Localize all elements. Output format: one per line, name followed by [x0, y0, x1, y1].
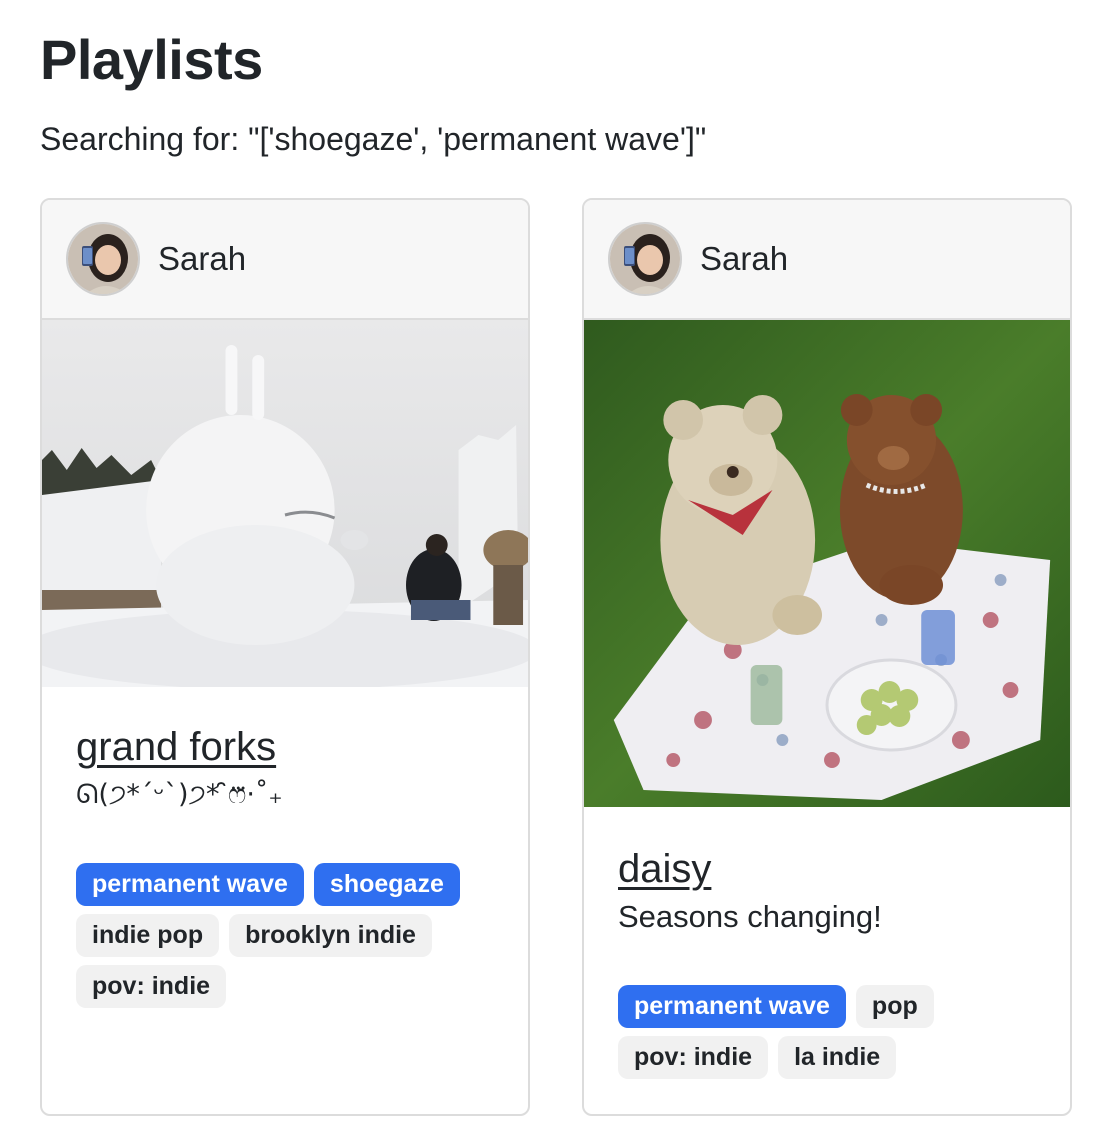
owner-name[interactable]: Sarah [158, 239, 246, 279]
tag-list: permanent wave pop pov: indie la indie [618, 985, 1048, 1087]
search-query-text: Searching for: "['shoegaze', 'permanent … [40, 121, 707, 157]
playlist-cover-image[interactable] [584, 320, 1070, 807]
playlist-description: ᘏ(੭*ˊᵕˋ)੭* ̑̑ෆ⃛·˚₊ [76, 779, 283, 810]
playlist-cover-image[interactable] [42, 320, 528, 687]
tag-chip[interactable]: pov: indie [618, 1036, 769, 1079]
playlist-title-link[interactable]: grand forks [76, 723, 276, 771]
card-header: Sarah [584, 200, 1070, 320]
page-title: Playlists [40, 28, 263, 91]
tag-list: permanent wave shoegaze indie pop brookl… [76, 863, 506, 1016]
tag-chip[interactable]: shoegaze [313, 863, 460, 906]
card-header: Sarah [42, 200, 528, 320]
tag-chip[interactable]: pop [855, 985, 934, 1028]
playlist-card[interactable]: Sarah grand forks ᘏ(੭*ˊᵕˋ)੭* ̑̑ෆ⃛·˚₊ per… [40, 198, 530, 1116]
tag-chip[interactable]: la indie [778, 1036, 897, 1079]
playlist-title-link[interactable]: daisy [618, 845, 711, 893]
tag-chip[interactable]: permanent wave [618, 985, 846, 1028]
tag-chip[interactable]: pov: indie [76, 965, 227, 1008]
tag-chip[interactable]: brooklyn indie [229, 914, 432, 957]
playlist-description: Seasons changing! [618, 899, 882, 934]
avatar[interactable] [66, 222, 140, 296]
avatar[interactable] [608, 222, 682, 296]
tag-chip[interactable]: permanent wave [76, 863, 304, 906]
playlist-card[interactable]: Sarah daisy Seasons changing! permanent … [582, 198, 1072, 1116]
owner-name[interactable]: Sarah [700, 239, 788, 279]
tag-chip[interactable]: indie pop [76, 914, 220, 957]
